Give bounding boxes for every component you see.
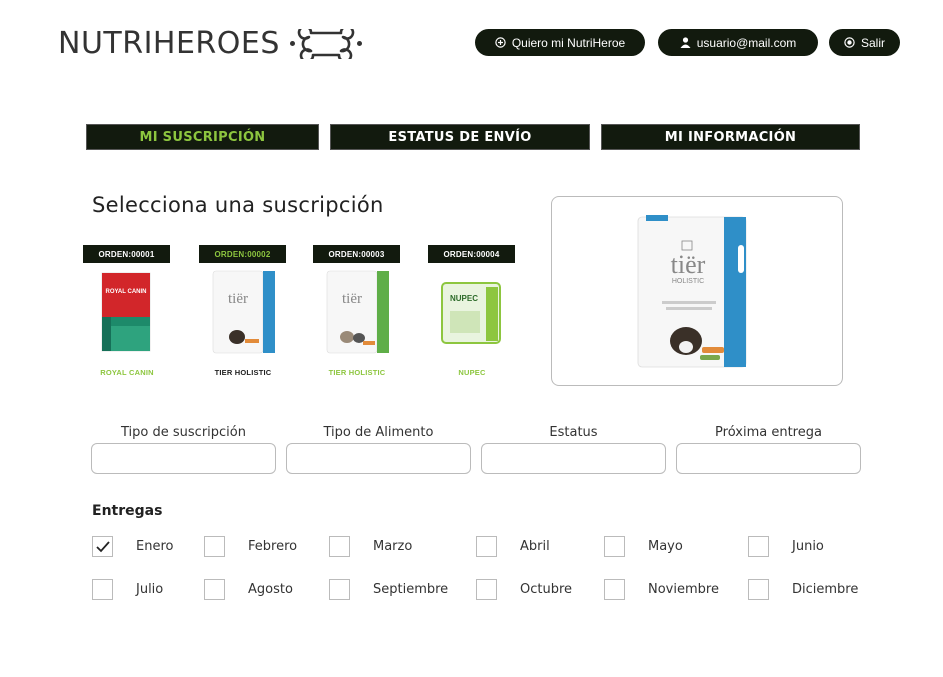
checkbox[interactable] xyxy=(92,579,113,600)
user-account-button[interactable]: usuario@mail.com xyxy=(658,29,818,56)
month-label: Noviembre xyxy=(648,582,719,597)
checkbox[interactable] xyxy=(92,536,113,557)
product-card-royal-canin[interactable]: ORDEN:00001 ROYAL CANIN ROYAL CANIN xyxy=(83,245,171,380)
checkbox[interactable] xyxy=(748,579,769,600)
estatus-field[interactable] xyxy=(481,443,666,474)
month-mayo[interactable]: Mayo xyxy=(604,536,683,557)
estatus-label: Estatus xyxy=(549,425,598,440)
logo[interactable]: NUTRIHEROES xyxy=(58,26,362,61)
month-junio[interactable]: Junio xyxy=(748,536,824,557)
month-label: Octubre xyxy=(520,582,573,597)
product-name: TIER HOLISTIC xyxy=(214,368,272,377)
month-abril[interactable]: Abril xyxy=(476,536,550,557)
month-diciembre[interactable]: Diciembre xyxy=(748,579,858,600)
svg-text:HOLISTIC: HOLISTIC xyxy=(672,278,704,285)
product-name: TIER HOLISTIC xyxy=(328,368,386,377)
product-card-tier-holistic-1[interactable]: ORDEN:00002 tiër TIER HOLISTIC xyxy=(199,245,287,380)
tab-estatus-envio[interactable]: ESTATUS DE ENVÍO xyxy=(330,124,590,150)
bone-icon xyxy=(289,28,362,59)
royal-canin-bag-image: ROYAL CANIN xyxy=(83,267,171,357)
tier-holistic-bag-image: tiër xyxy=(199,267,287,357)
proxima-entrega-label: Próxima entrega xyxy=(715,425,822,440)
month-label: Abril xyxy=(520,539,550,554)
month-label: Julio xyxy=(136,582,164,597)
checkbox[interactable] xyxy=(329,536,350,557)
month-julio[interactable]: Julio xyxy=(92,579,163,600)
plus-circle-icon xyxy=(495,37,506,48)
checkbox[interactable] xyxy=(204,536,225,557)
logout-button[interactable]: Salir xyxy=(829,29,900,56)
order-badge: ORDEN:00002 xyxy=(199,245,286,263)
month-marzo[interactable]: Marzo xyxy=(329,536,412,557)
tipo-alimento-label: Tipo de Alimento xyxy=(323,425,434,440)
month-enero[interactable]: Enero xyxy=(92,536,173,557)
tab-mi-suscripcion[interactable]: MI SUSCRIPCIÓN xyxy=(86,124,319,150)
checkbox[interactable] xyxy=(204,579,225,600)
month-label: Agosto xyxy=(248,582,293,597)
svg-text:tiër: tiër xyxy=(342,291,362,307)
selected-product-preview: tiër HOLISTIC xyxy=(551,196,843,386)
product-card-tier-holistic-2[interactable]: ORDEN:00003 tiër TIER HOLISTIC xyxy=(313,245,401,380)
checkbox[interactable] xyxy=(604,536,625,557)
product-name: ROYAL CANIN xyxy=(100,368,154,377)
month-agosto[interactable]: Agosto xyxy=(204,579,293,600)
tab-mi-informacion[interactable]: MI INFORMACIÓN xyxy=(601,124,860,150)
svg-text:tiër: tiër xyxy=(671,250,706,279)
order-badge: ORDEN:00003 xyxy=(313,245,400,263)
checkbox[interactable] xyxy=(476,579,497,600)
checkbox[interactable] xyxy=(748,536,769,557)
tier-holistic-large-image: tiër HOLISTIC xyxy=(637,215,747,368)
checkbox[interactable] xyxy=(476,536,497,557)
user-icon xyxy=(680,37,691,48)
svg-text:NUPEC: NUPEC xyxy=(450,294,478,303)
tipo-alimento-field[interactable] xyxy=(286,443,471,474)
tipo-suscripcion-field[interactable] xyxy=(91,443,276,474)
checkbox[interactable] xyxy=(329,579,350,600)
svg-text:ROYAL CANIN: ROYAL CANIN xyxy=(105,289,146,295)
month-label: Mayo xyxy=(648,539,683,554)
nupec-bag-image: NUPEC xyxy=(428,267,516,357)
month-label: Junio xyxy=(792,539,824,554)
month-octubre[interactable]: Octubre xyxy=(476,579,572,600)
quiero-nutriheroe-label: Quiero mi NutriHeroe xyxy=(511,35,626,50)
user-email-label: usuario@mail.com xyxy=(696,35,797,50)
month-noviembre[interactable]: Noviembre xyxy=(604,579,719,600)
entregas-title: Entregas xyxy=(92,503,163,519)
checkbox[interactable] xyxy=(604,579,625,600)
proxima-entrega-field[interactable] xyxy=(676,443,861,474)
month-label: Marzo xyxy=(373,539,413,554)
month-febrero[interactable]: Febrero xyxy=(204,536,297,557)
order-badge: ORDEN:00004 xyxy=(428,245,515,263)
order-badge: ORDEN:00001 xyxy=(83,245,170,263)
check-icon xyxy=(95,540,110,552)
month-label: Septiembre xyxy=(373,582,449,597)
svg-text:tiër: tiër xyxy=(228,291,248,307)
logo-text: NUTRIHEROES xyxy=(58,26,280,61)
product-card-nupec[interactable]: ORDEN:00004 NUPEC NUPEC xyxy=(428,245,516,380)
logout-icon xyxy=(844,37,855,48)
logout-label: Salir xyxy=(860,35,885,50)
month-label: Febrero xyxy=(248,539,298,554)
product-name: NUPEC xyxy=(458,368,486,377)
tipo-suscripcion-label: Tipo de suscripción xyxy=(121,425,246,440)
quiero-nutriheroe-button[interactable]: Quiero mi NutriHeroe xyxy=(475,29,645,56)
section-title: Selecciona una suscripción xyxy=(92,193,384,217)
month-septiembre[interactable]: Septiembre xyxy=(329,579,448,600)
tier-holistic-green-bag-image: tiër xyxy=(313,267,401,357)
month-label: Diciembre xyxy=(792,582,859,597)
month-label: Enero xyxy=(136,539,174,554)
